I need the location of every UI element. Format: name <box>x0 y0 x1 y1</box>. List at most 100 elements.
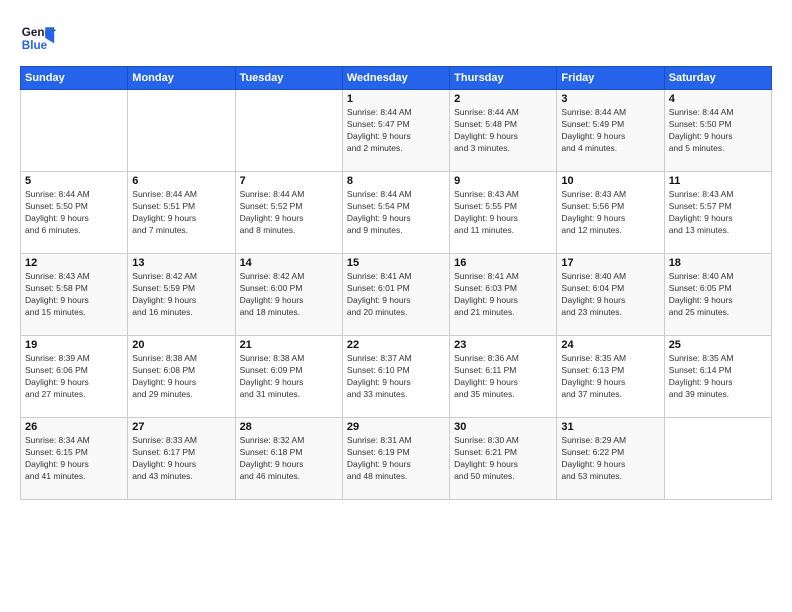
day-info: Sunrise: 8:33 AM Sunset: 6:17 PM Dayligh… <box>132 435 230 483</box>
calendar-cell: 22 Sunrise: 8:37 AM Sunset: 6:10 PM Dayli… <box>342 336 449 418</box>
day-info: Sunrise: 8:42 AM Sunset: 6:00 PM Dayligh… <box>240 271 338 319</box>
calendar-cell: 2 Sunrise: 8:44 AM Sunset: 5:48 PM Daylig… <box>450 90 557 172</box>
calendar-cell: 12 Sunrise: 8:43 AM Sunset: 5:58 PM Dayli… <box>21 254 128 336</box>
calendar-body: 1Sunrise: 8:44 AM Sunset: 5:47 PM Daylig… <box>21 90 772 500</box>
calendar-cell: 10Sunrise: 8:43 AM Sunset: 5:56 PM Dayli… <box>557 172 664 254</box>
day-number: 20 <box>132 339 230 351</box>
day-info: Sunrise: 8:43 AM Sunset: 5:57 PM Dayligh… <box>669 189 767 237</box>
calendar-cell: 21 Sunrise: 8:38 AM Sunset: 6:09 PM Dayli… <box>235 336 342 418</box>
day-number: 6 <box>132 175 230 187</box>
calendar-cell: 25 Sunrise: 8:35 AM Sunset: 6:14 PM Dayli… <box>664 336 771 418</box>
day-number: 19 <box>25 339 123 351</box>
day-info: Sunrise: 8:44 AM Sunset: 5:52 PM Dayligh… <box>240 189 338 237</box>
day-number: 23 <box>454 339 552 351</box>
weekday-header: Friday <box>557 67 664 90</box>
calendar-cell <box>235 90 342 172</box>
day-info: Sunrise: 8:41 AM Sunset: 6:03 PM Dayligh… <box>454 271 552 319</box>
calendar-cell: 17Sunrise: 8:40 AM Sunset: 6:04 PM Dayli… <box>557 254 664 336</box>
weekday-header: Wednesday <box>342 67 449 90</box>
day-info: Sunrise: 8:42 AM Sunset: 5:59 PM Dayligh… <box>132 271 230 319</box>
day-info: Sunrise: 8:44 AM Sunset: 5:50 PM Dayligh… <box>669 107 767 155</box>
calendar-cell: 5 Sunrise: 8:44 AM Sunset: 5:50 PM Daylig… <box>21 172 128 254</box>
calendar-cell: 6 Sunrise: 8:44 AM Sunset: 5:51 PM Daylig… <box>128 172 235 254</box>
calendar-cell: 29Sunrise: 8:31 AM Sunset: 6:19 PM Dayli… <box>342 418 449 500</box>
header: General Blue <box>20 20 772 56</box>
day-info: Sunrise: 8:41 AM Sunset: 6:01 PM Dayligh… <box>347 271 445 319</box>
calendar-cell: 11 Sunrise: 8:43 AM Sunset: 5:57 PM Dayli… <box>664 172 771 254</box>
day-info: Sunrise: 8:35 AM Sunset: 6:13 PM Dayligh… <box>561 353 659 401</box>
day-number: 4 <box>669 93 767 105</box>
day-number: 22 <box>347 339 445 351</box>
day-number: 14 <box>240 257 338 269</box>
calendar-week-row: 5 Sunrise: 8:44 AM Sunset: 5:50 PM Daylig… <box>21 172 772 254</box>
day-info: Sunrise: 8:38 AM Sunset: 6:09 PM Dayligh… <box>240 353 338 401</box>
calendar-week-row: 1Sunrise: 8:44 AM Sunset: 5:47 PM Daylig… <box>21 90 772 172</box>
day-number: 2 <box>454 93 552 105</box>
calendar-cell: 30 Sunrise: 8:30 AM Sunset: 6:21 PM Dayli… <box>450 418 557 500</box>
calendar-cell: 31 Sunrise: 8:29 AM Sunset: 6:22 PM Dayli… <box>557 418 664 500</box>
day-number: 17 <box>561 257 659 269</box>
day-number: 13 <box>132 257 230 269</box>
day-info: Sunrise: 8:37 AM Sunset: 6:10 PM Dayligh… <box>347 353 445 401</box>
calendar-cell: 8 Sunrise: 8:44 AM Sunset: 5:54 PM Daylig… <box>342 172 449 254</box>
day-number: 31 <box>561 421 659 433</box>
day-info: Sunrise: 8:35 AM Sunset: 6:14 PM Dayligh… <box>669 353 767 401</box>
day-info: Sunrise: 8:40 AM Sunset: 6:05 PM Dayligh… <box>669 271 767 319</box>
day-info: Sunrise: 8:32 AM Sunset: 6:18 PM Dayligh… <box>240 435 338 483</box>
svg-text:Blue: Blue <box>22 39 48 52</box>
day-number: 11 <box>669 175 767 187</box>
day-info: Sunrise: 8:43 AM Sunset: 5:55 PM Dayligh… <box>454 189 552 237</box>
day-info: Sunrise: 8:44 AM Sunset: 5:50 PM Dayligh… <box>25 189 123 237</box>
calendar-cell: 9 Sunrise: 8:43 AM Sunset: 5:55 PM Daylig… <box>450 172 557 254</box>
calendar-cell: 3 Sunrise: 8:44 AM Sunset: 5:49 PM Daylig… <box>557 90 664 172</box>
weekday-header: Monday <box>128 67 235 90</box>
day-info: Sunrise: 8:38 AM Sunset: 6:08 PM Dayligh… <box>132 353 230 401</box>
day-number: 26 <box>25 421 123 433</box>
weekday-row: SundayMondayTuesdayWednesdayThursdayFrid… <box>21 67 772 90</box>
calendar-cell: 1Sunrise: 8:44 AM Sunset: 5:47 PM Daylig… <box>342 90 449 172</box>
day-number: 24 <box>561 339 659 351</box>
calendar-cell: 20 Sunrise: 8:38 AM Sunset: 6:08 PM Dayli… <box>128 336 235 418</box>
day-number: 30 <box>454 421 552 433</box>
calendar-cell: 27Sunrise: 8:33 AM Sunset: 6:17 PM Dayli… <box>128 418 235 500</box>
day-info: Sunrise: 8:44 AM Sunset: 5:54 PM Dayligh… <box>347 189 445 237</box>
calendar-cell: 15 Sunrise: 8:41 AM Sunset: 6:01 PM Dayli… <box>342 254 449 336</box>
day-number: 12 <box>25 257 123 269</box>
day-info: Sunrise: 8:44 AM Sunset: 5:48 PM Dayligh… <box>454 107 552 155</box>
calendar-table: SundayMondayTuesdayWednesdayThursdayFrid… <box>20 66 772 500</box>
calendar-week-row: 26 Sunrise: 8:34 AM Sunset: 6:15 PM Dayli… <box>21 418 772 500</box>
day-info: Sunrise: 8:43 AM Sunset: 5:58 PM Dayligh… <box>25 271 123 319</box>
day-info: Sunrise: 8:39 AM Sunset: 6:06 PM Dayligh… <box>25 353 123 401</box>
day-number: 21 <box>240 339 338 351</box>
day-info: Sunrise: 8:36 AM Sunset: 6:11 PM Dayligh… <box>454 353 552 401</box>
calendar-cell: 14 Sunrise: 8:42 AM Sunset: 6:00 PM Dayli… <box>235 254 342 336</box>
calendar-cell: 13 Sunrise: 8:42 AM Sunset: 5:59 PM Dayli… <box>128 254 235 336</box>
weekday-header: Tuesday <box>235 67 342 90</box>
calendar-cell <box>664 418 771 500</box>
calendar-week-row: 12 Sunrise: 8:43 AM Sunset: 5:58 PM Dayli… <box>21 254 772 336</box>
day-info: Sunrise: 8:30 AM Sunset: 6:21 PM Dayligh… <box>454 435 552 483</box>
weekday-header: Thursday <box>450 67 557 90</box>
calendar-cell: 19 Sunrise: 8:39 AM Sunset: 6:06 PM Dayli… <box>21 336 128 418</box>
day-number: 8 <box>347 175 445 187</box>
calendar-cell: 18Sunrise: 8:40 AM Sunset: 6:05 PM Dayli… <box>664 254 771 336</box>
day-number: 3 <box>561 93 659 105</box>
calendar-week-row: 19 Sunrise: 8:39 AM Sunset: 6:06 PM Dayli… <box>21 336 772 418</box>
day-info: Sunrise: 8:44 AM Sunset: 5:51 PM Dayligh… <box>132 189 230 237</box>
day-number: 29 <box>347 421 445 433</box>
day-number: 9 <box>454 175 552 187</box>
day-info: Sunrise: 8:29 AM Sunset: 6:22 PM Dayligh… <box>561 435 659 483</box>
weekday-header: Sunday <box>21 67 128 90</box>
day-number: 25 <box>669 339 767 351</box>
calendar-cell <box>21 90 128 172</box>
calendar-cell: 26 Sunrise: 8:34 AM Sunset: 6:15 PM Dayli… <box>21 418 128 500</box>
day-number: 15 <box>347 257 445 269</box>
day-number: 7 <box>240 175 338 187</box>
day-number: 10 <box>561 175 659 187</box>
day-info: Sunrise: 8:44 AM Sunset: 5:49 PM Dayligh… <box>561 107 659 155</box>
day-number: 5 <box>25 175 123 187</box>
logo-icon: General Blue <box>20 20 56 56</box>
day-info: Sunrise: 8:34 AM Sunset: 6:15 PM Dayligh… <box>25 435 123 483</box>
day-number: 28 <box>240 421 338 433</box>
calendar-cell: 28 Sunrise: 8:32 AM Sunset: 6:18 PM Dayli… <box>235 418 342 500</box>
